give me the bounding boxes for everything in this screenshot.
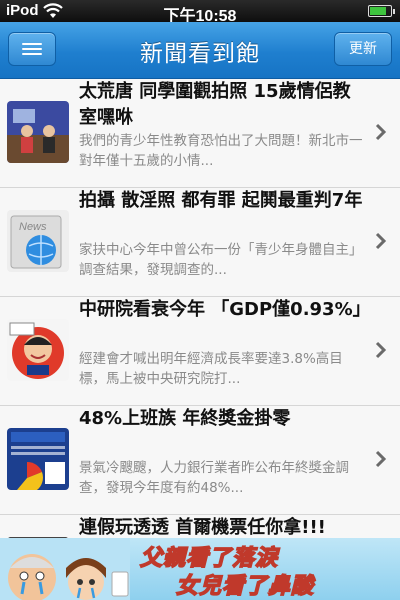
nav-bar: 新聞看到飽 更新 xyxy=(0,22,400,79)
article-summary: 家扶中心今年中曾公布一份「青少年身體自主」調查結果，發現調查的... xyxy=(79,242,363,278)
article-row[interactable]: 中研院看衰今年 「GDP僅0.93%」 經建會才喊出明年經濟成長率要達3.8%高… xyxy=(0,297,400,406)
article-row[interactable]: News 拍攝 散淫照 都有罪 起鬨最重判7年 家扶中心今年中曾公布一份「青少年… xyxy=(0,188,400,297)
news-globe-icon: News xyxy=(7,210,69,272)
article-headline: 太荒唐 同學圍觀拍照 15歲情侶教室嘿咻 xyxy=(79,81,351,128)
survey-chart-thumbnail xyxy=(7,428,69,490)
article-headline: 連假玩透透 首爾機票任你拿!!! xyxy=(79,517,326,538)
battery-icon xyxy=(368,5,395,17)
article-list: 太荒唐 同學圍觀拍照 15歲情侶教室嘿咻 我們的青少年性教育恐怕出了大問題！新北… xyxy=(0,79,400,538)
article-row[interactable]: 連假玩透透 首爾機票任你拿!!! xyxy=(0,515,400,538)
chevron-right-icon xyxy=(375,341,387,359)
article-summary: 景氣冷颼颼，人力銀行業者昨公布年終獎金調查，發現今年度有約48%... xyxy=(79,460,349,496)
article-summary: 我們的青少年性教育恐怕出了大問題！新北市一對年僅十五歲的小情... xyxy=(79,133,363,169)
politician-caricature-thumbnail xyxy=(7,319,69,381)
chevron-right-icon xyxy=(375,450,387,468)
svg-text:News: News xyxy=(19,221,47,233)
chevron-right-icon xyxy=(375,232,387,250)
article-headline: 中研院看衰今年 「GDP僅0.93%」 xyxy=(79,299,371,320)
ad-banner[interactable]: 父親看了落淚 女兒看了鼻酸 xyxy=(0,538,400,600)
ad-text-line-2: 女兒看了鼻酸 xyxy=(175,573,315,600)
article-headline: 拍攝 散淫照 都有罪 起鬨最重判7年 xyxy=(79,190,363,211)
article-headline: 48%上班族 年終獎金掛零 xyxy=(79,408,291,429)
article-row[interactable]: 太荒唐 同學圍觀拍照 15歲情侶教室嘿咻 我們的青少年性教育恐怕出了大問題！新北… xyxy=(0,79,400,188)
refresh-button[interactable]: 更新 xyxy=(334,32,392,66)
chevron-right-icon xyxy=(375,123,387,141)
article-summary: 經建會才喊出明年經濟成長率要達3.8%高目標，馬上被中央研究院打... xyxy=(79,351,343,387)
classroom-photo-thumbnail xyxy=(7,101,69,163)
article-row[interactable]: 48%上班族 年終獎金掛零 景氣冷颼颼，人力銀行業者昨公布年終獎金調查，發現今年… xyxy=(0,406,400,515)
crying-father-daughter-illustration xyxy=(0,538,130,600)
status-bar: iPod 下午10:58 xyxy=(0,0,400,25)
